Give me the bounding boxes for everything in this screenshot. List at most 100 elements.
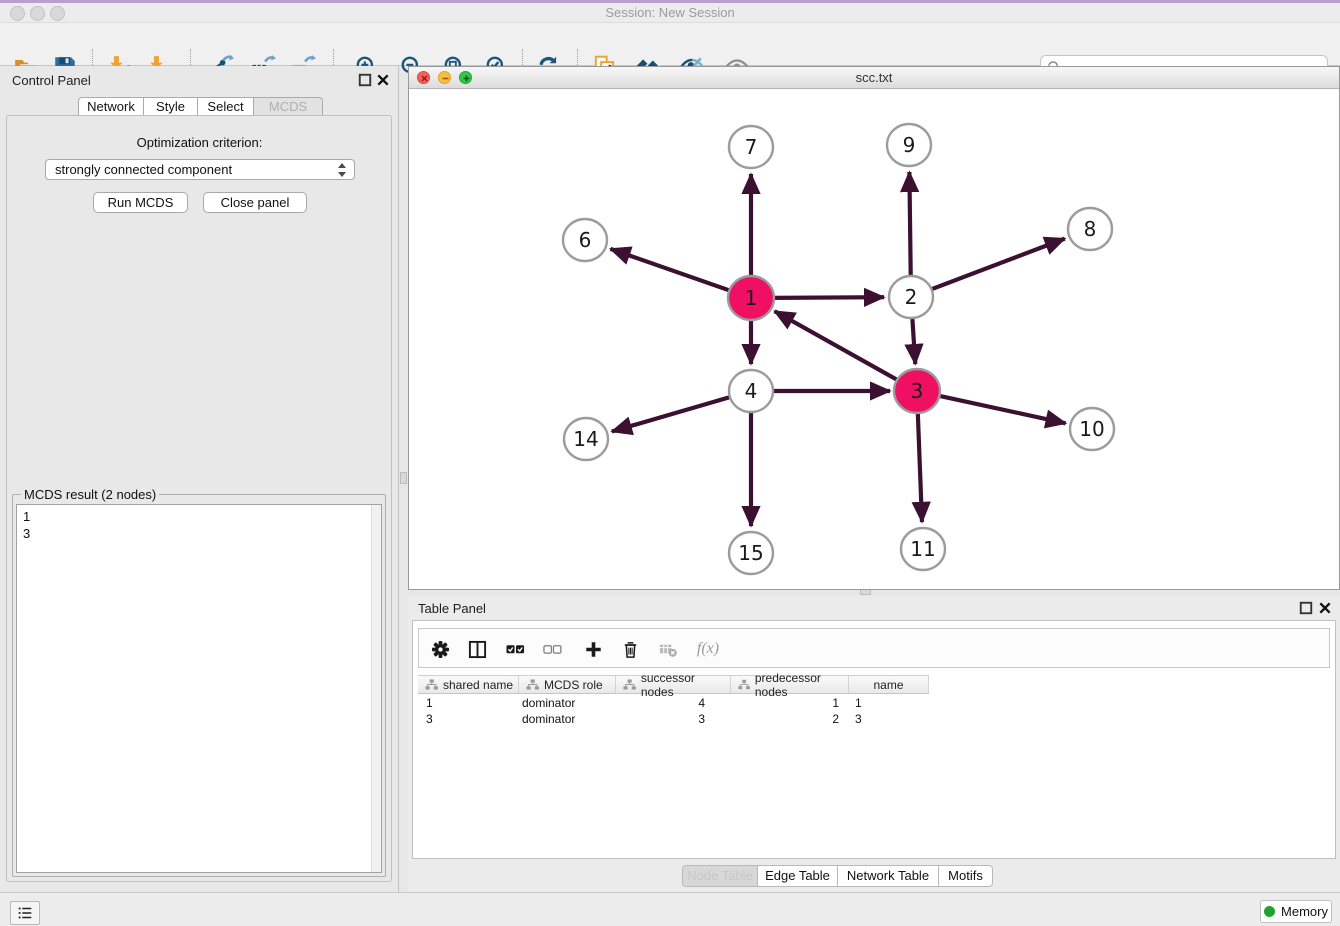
network-maximize-button[interactable] xyxy=(459,71,472,84)
float-panel-button[interactable] xyxy=(358,73,372,87)
cell-name[interactable]: 1 xyxy=(849,695,929,711)
table-row[interactable]: 3 dominator 3 2 3 xyxy=(418,711,929,727)
node-2[interactable]: 2 xyxy=(889,276,933,318)
node-14[interactable]: 14 xyxy=(564,418,608,460)
node-7[interactable]: 7 xyxy=(729,126,773,168)
function-builder-button[interactable]: f(x) xyxy=(691,638,725,660)
node-11[interactable]: 11 xyxy=(901,528,945,570)
maximize-window-button[interactable] xyxy=(50,6,65,21)
column-header-shared-name[interactable]: shared name xyxy=(418,676,519,693)
delete-column-button[interactable] xyxy=(617,638,643,660)
cell-mcds-role[interactable]: dominator xyxy=(519,695,616,711)
edge-3-10[interactable] xyxy=(939,396,1066,424)
tab-select[interactable]: Select xyxy=(198,97,254,116)
tab-node-table[interactable]: Node Table xyxy=(682,865,758,887)
optimization-select-value: strongly connected component xyxy=(55,162,232,177)
minimize-icon xyxy=(441,74,450,83)
close-table-panel-button[interactable] xyxy=(1318,601,1332,615)
column-header-mcds-role[interactable]: MCDS role xyxy=(519,676,616,693)
run-mcds-button[interactable]: Run MCDS xyxy=(93,192,188,213)
tree-icon xyxy=(738,679,750,690)
cell-shared-name[interactable]: 3 xyxy=(418,711,519,727)
select-all-columns-button[interactable] xyxy=(502,638,528,660)
unchecked-boxes-icon xyxy=(543,640,562,659)
node-label: 4 xyxy=(745,379,758,403)
edge-2-3[interactable] xyxy=(912,319,915,364)
node-label: 2 xyxy=(905,285,918,309)
result-scrollbar[interactable] xyxy=(371,505,381,872)
network-graph[interactable]: 1 2 3 4 6 7 8 9 10 11 14 15 xyxy=(409,89,1339,589)
node-6[interactable]: 6 xyxy=(563,219,607,261)
main-toolbar xyxy=(0,22,1340,66)
close-panel-button[interactable] xyxy=(376,73,390,87)
cell-name[interactable]: 3 xyxy=(849,711,929,727)
node-label: 14 xyxy=(573,427,598,451)
tab-network[interactable]: Network xyxy=(78,97,144,116)
show-columns-button[interactable] xyxy=(464,638,490,660)
edge-2-9[interactable] xyxy=(909,172,910,275)
unselect-all-columns-button[interactable] xyxy=(539,638,565,660)
cell-predecessor-nodes[interactable]: 1 xyxy=(731,695,849,711)
edge-3-11[interactable] xyxy=(918,413,922,522)
minimize-window-button[interactable] xyxy=(30,6,45,21)
result-line: 1 xyxy=(17,505,381,525)
control-panel-title: Control Panel xyxy=(12,73,91,88)
close-panel-button-mcds[interactable]: Close panel xyxy=(203,192,307,213)
tree-icon xyxy=(623,679,636,690)
cell-predecessor-nodes[interactable]: 2 xyxy=(731,711,849,727)
network-minimize-button[interactable] xyxy=(438,71,451,84)
table-row[interactable]: 1 dominator 4 1 1 xyxy=(418,695,929,711)
column-label: shared name xyxy=(443,678,513,692)
column-header-predecessor-nodes[interactable]: predecessor nodes xyxy=(731,676,849,693)
create-column-button[interactable] xyxy=(580,638,606,660)
node-label: 10 xyxy=(1079,417,1104,441)
select-stepper-icon xyxy=(338,163,347,177)
float-table-panel-button[interactable] xyxy=(1299,601,1313,615)
edge-3-1[interactable] xyxy=(775,311,898,380)
plus-icon xyxy=(584,640,603,659)
fx-icon: f(x) xyxy=(697,640,719,658)
column-label: name xyxy=(873,678,903,692)
table-settings-button[interactable] xyxy=(427,638,453,660)
close-icon xyxy=(420,74,429,83)
checked-boxes-icon xyxy=(506,640,525,659)
tab-network-table[interactable]: Network Table xyxy=(838,865,939,887)
network-window-titlebar[interactable]: scc.txt xyxy=(409,67,1339,89)
node-10[interactable]: 10 xyxy=(1070,408,1114,450)
edge-1-6[interactable] xyxy=(611,249,731,291)
node-15[interactable]: 15 xyxy=(729,532,773,574)
delete-table-icon xyxy=(659,640,678,659)
node-1[interactable]: 1 xyxy=(728,276,774,320)
task-history-button[interactable] xyxy=(10,901,40,925)
edge-1-2[interactable] xyxy=(773,297,884,298)
edge-2-8[interactable] xyxy=(932,239,1065,290)
close-window-button[interactable] xyxy=(10,6,25,21)
cell-mcds-role[interactable]: dominator xyxy=(519,711,616,727)
network-close-button[interactable] xyxy=(417,71,430,84)
optimization-select[interactable]: strongly connected component xyxy=(45,159,355,180)
cell-shared-name[interactable]: 1 xyxy=(418,695,519,711)
table-toolbar: f(x) xyxy=(418,628,1330,668)
titlebar[interactable]: Session: New Session xyxy=(0,3,1340,22)
node-4[interactable]: 4 xyxy=(729,370,773,412)
table-panel: Table Panel xyxy=(408,596,1340,892)
memory-status-icon xyxy=(1264,906,1275,917)
tab-motifs[interactable]: Motifs xyxy=(939,865,993,887)
column-header-name[interactable]: name xyxy=(849,676,929,693)
node-label: 1 xyxy=(745,286,758,310)
tab-mcds[interactable]: MCDS xyxy=(254,97,323,116)
mcds-result-list[interactable]: 1 3 xyxy=(16,504,382,873)
column-header-successor-nodes[interactable]: successor nodes xyxy=(616,676,731,693)
delete-table-button[interactable] xyxy=(655,638,681,660)
node-9[interactable]: 9 xyxy=(887,124,931,166)
gear-icon xyxy=(431,640,450,659)
memory-button[interactable]: Memory xyxy=(1260,900,1332,923)
cell-successor-nodes[interactable]: 3 xyxy=(616,711,731,727)
edge-4-14[interactable] xyxy=(612,397,730,431)
tab-edge-table[interactable]: Edge Table xyxy=(758,865,838,887)
tab-style[interactable]: Style xyxy=(144,97,198,116)
vertical-splitter-handle[interactable] xyxy=(400,472,407,484)
node-8[interactable]: 8 xyxy=(1068,208,1112,250)
cell-successor-nodes[interactable]: 4 xyxy=(616,695,731,711)
node-3[interactable]: 3 xyxy=(894,369,940,413)
